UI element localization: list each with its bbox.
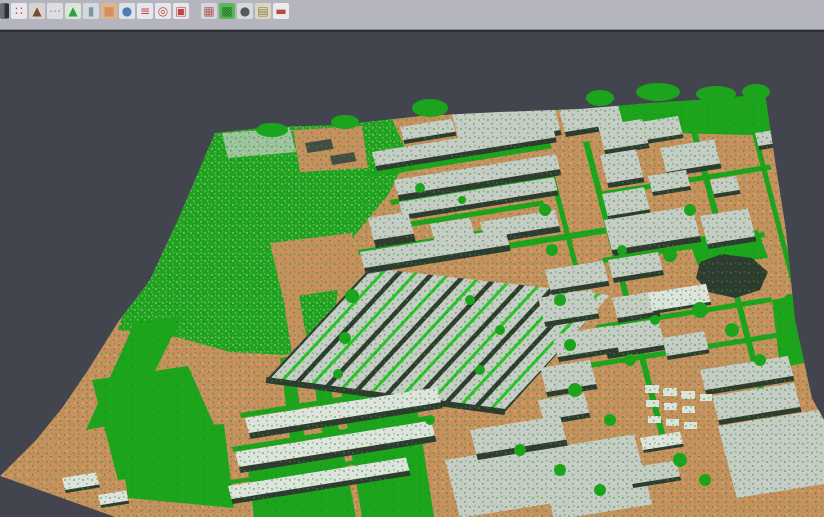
tree-canopy <box>256 123 288 137</box>
orthophoto-icon[interactable]: ■ <box>101 3 117 19</box>
pointcloud-render <box>0 0 824 517</box>
building-shadow <box>789 228 814 235</box>
profile-column-icon[interactable]: ▮ <box>83 3 99 19</box>
mountain-dem-icon[interactable]: ▲ <box>29 3 45 19</box>
tree-canopy <box>742 84 770 100</box>
building-roof <box>786 218 813 232</box>
classification-map-icon[interactable]: ▩ <box>219 3 235 19</box>
main-toolbar: ▐∷▲⋯▲▮■●≡◎▣▦▩●▤▬ <box>0 0 824 30</box>
tree-canopy <box>636 83 680 101</box>
terrain-hill-icon[interactable]: ▲ <box>65 3 81 19</box>
building-shadow <box>785 154 814 161</box>
target-circle-icon[interactable]: ◎ <box>155 3 171 19</box>
point-pairs-icon[interactable]: ∷ <box>11 3 27 19</box>
tree-canopy <box>586 90 614 106</box>
tree-canopy <box>696 86 736 102</box>
clipped-tool-icon[interactable]: ▐ <box>0 3 9 19</box>
sphere-render-icon[interactable]: ● <box>237 3 253 19</box>
crop-box-icon[interactable]: ▣ <box>173 3 189 19</box>
contour-lines-icon[interactable]: ≡ <box>137 3 153 19</box>
terrain-tile <box>0 92 824 517</box>
building-roof <box>782 142 813 158</box>
layer-cards-icon[interactable]: ▬ <box>273 3 289 19</box>
tree-canopy <box>331 115 359 129</box>
texture-mesh-icon[interactable]: ▤ <box>255 3 271 19</box>
checker-filter-icon[interactable]: ▦ <box>201 3 217 19</box>
globe-icon[interactable]: ● <box>119 3 135 19</box>
point-cloud-icon[interactable]: ⋯ <box>47 3 63 19</box>
viewport-3d[interactable] <box>0 0 824 517</box>
tree-canopy <box>412 99 448 117</box>
